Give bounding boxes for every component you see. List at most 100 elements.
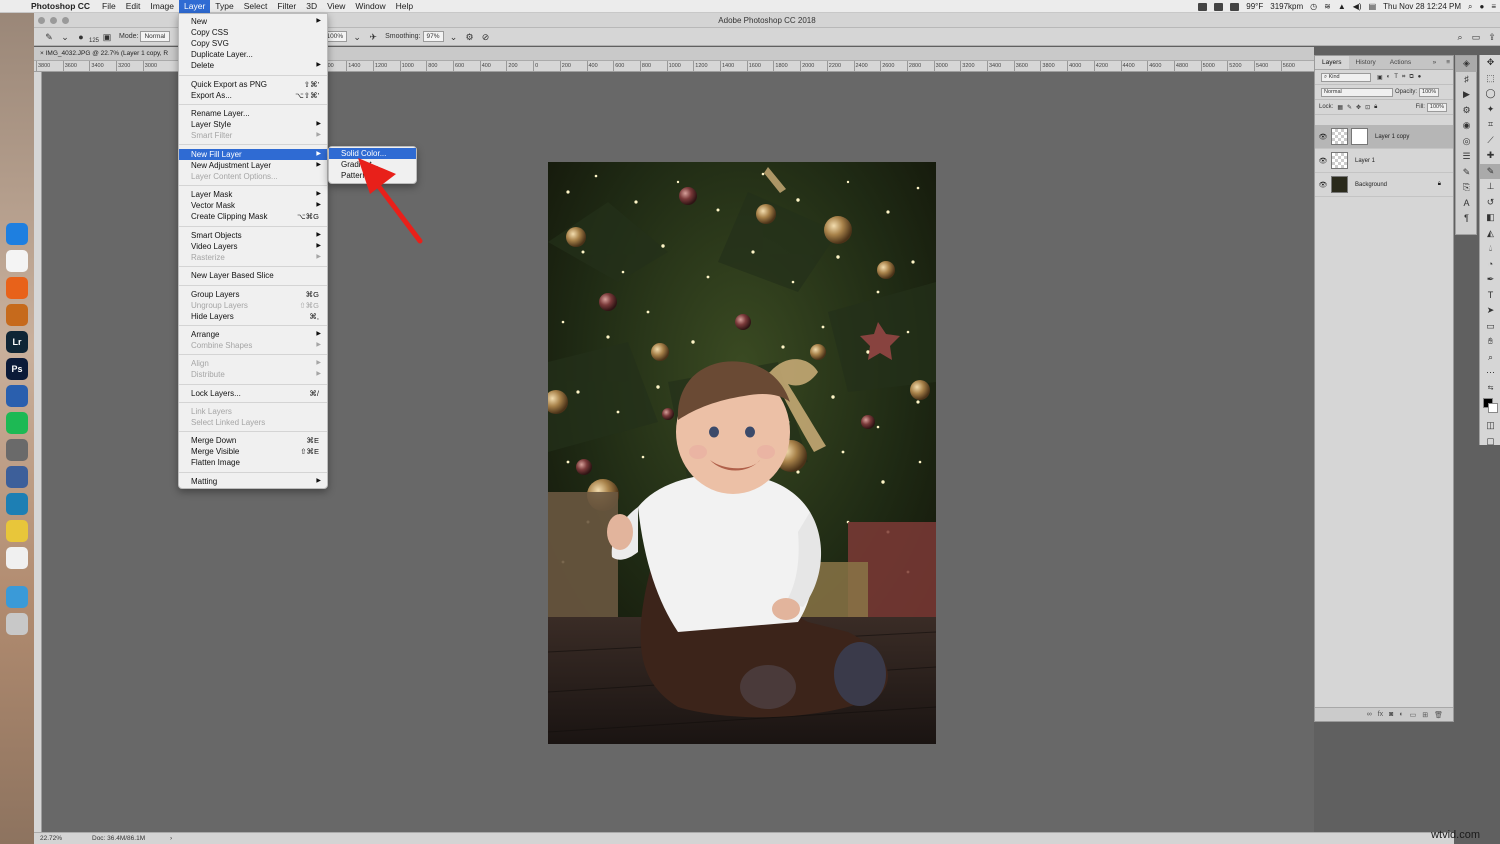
menu-item-rename-layer[interactable]: Rename Layer...	[179, 108, 327, 119]
filter-pixel-icon[interactable]: ▣	[1377, 74, 1383, 81]
pen-tool-icon[interactable]: ✒	[1480, 272, 1500, 288]
menu-item-duplicate-layer[interactable]: Duplicate Layer...	[179, 49, 327, 60]
menu-file[interactable]: File	[97, 0, 121, 13]
adjustment-icon[interactable]: ◐	[1399, 711, 1403, 718]
clone-source-icon[interactable]: ⎘	[1456, 180, 1477, 196]
filter-adjustment-icon[interactable]: ◐	[1387, 74, 1391, 80]
menu-3d[interactable]: 3D	[301, 0, 322, 13]
brush-tool-icon[interactable]: ✎	[44, 32, 54, 42]
link-icon[interactable]: ∞	[1367, 711, 1372, 718]
time-machine-icon[interactable]: ◷	[1310, 2, 1317, 11]
notification-center-icon[interactable]: ≡	[1491, 2, 1496, 11]
flag-icon[interactable]: ▤	[1369, 2, 1377, 11]
lock-artboard-icon[interactable]: ⊡	[1365, 104, 1370, 111]
lock-transparent-icon[interactable]: ▦	[1337, 104, 1343, 111]
smoothing-field[interactable]: 97%	[422, 31, 444, 42]
menu-item-lock-layers[interactable]: Lock Layers... ⌘/	[179, 388, 327, 399]
cloud-icon[interactable]	[1214, 2, 1224, 11]
character-panel-icon[interactable]: A	[1456, 196, 1477, 212]
dock-app-icon[interactable]	[6, 250, 28, 272]
eyedropper-icon[interactable]: ⟋	[1480, 133, 1500, 149]
sliders-icon[interactable]: ☰	[1456, 149, 1477, 165]
filter-toggle-icon[interactable]: ●	[1418, 74, 1422, 80]
lock-icon[interactable]: 🔒︎	[1438, 181, 1441, 188]
fx-icon[interactable]: fx	[1378, 711, 1383, 718]
minimize-button[interactable]	[50, 17, 57, 24]
eye-icon[interactable]: 👁︎	[1315, 157, 1331, 165]
dock-app-icon[interactable]	[6, 520, 28, 542]
dock-app-icon[interactable]	[6, 586, 28, 608]
submenu-item-solid-color[interactable]: Solid Color...	[329, 148, 416, 159]
app-status-icon[interactable]	[1230, 2, 1240, 11]
dock-app-icon[interactable]	[6, 613, 28, 635]
menu-item-copy-svg[interactable]: Copy SVG	[179, 38, 327, 49]
blur-tool-icon[interactable]: 💧︎	[1480, 241, 1500, 257]
menu-image[interactable]: Image	[145, 0, 179, 13]
submenu-item-pattern[interactable]: Pattern...	[329, 170, 416, 181]
marquee-tool-icon[interactable]: ⬚	[1480, 71, 1500, 87]
tab-layers[interactable]: Layers	[1315, 56, 1349, 69]
blend-mode-dropdown[interactable]: Normal	[1321, 87, 1393, 97]
dock-app-icon[interactable]	[6, 493, 28, 515]
add-mask-icon[interactable]: ◙	[1389, 711, 1393, 718]
user-icon[interactable]: ●	[1479, 2, 1484, 11]
gear-icon[interactable]: ⚙	[465, 32, 475, 42]
dock-app-icon[interactable]	[6, 466, 28, 488]
menu-item-create-clipping-mask[interactable]: Create Clipping Mask ⌥⌘G	[179, 211, 327, 222]
menu-filter[interactable]: Filter	[272, 0, 301, 13]
share-icon[interactable]: ⇪	[1487, 32, 1497, 42]
menu-item-new-adjustment-layer[interactable]: New Adjustment Layer ▶	[179, 160, 327, 171]
panel-menu-icon[interactable]: ≡	[1443, 56, 1453, 69]
menu-item-arrange[interactable]: Arrange ▶	[179, 329, 327, 340]
menu-edit[interactable]: Edit	[121, 0, 146, 13]
magic-wand-icon[interactable]: ✦	[1480, 102, 1500, 118]
play-icon[interactable]: ▶	[1456, 87, 1477, 103]
dodge-tool-icon[interactable]: ◔	[1480, 257, 1500, 273]
menu-item-layer-mask[interactable]: Layer Mask ▶	[179, 189, 327, 200]
chevron-right-icon[interactable]: ›	[170, 833, 172, 844]
layer-row[interactable]: 👁︎ Background 🔒︎	[1315, 173, 1453, 197]
chevron-down-icon[interactable]: ⌄	[60, 32, 70, 42]
path-select-icon[interactable]: ➤	[1480, 303, 1500, 319]
eye-icon[interactable]: 👁︎	[1315, 181, 1331, 189]
menu-item-delete[interactable]: Delete ▶	[179, 60, 327, 71]
airbrush-icon[interactable]: ✈	[368, 32, 378, 42]
mode-dropdown[interactable]: Normal	[140, 31, 171, 42]
layer-mask-thumbnail[interactable]	[1351, 128, 1368, 145]
wifi-icon[interactable]: ≋	[1324, 2, 1331, 11]
filter-kind-dropdown[interactable]: ⌕ Kind	[1321, 72, 1371, 82]
menu-type[interactable]: Type	[210, 0, 238, 13]
eraser-tool-icon[interactable]: ◧	[1480, 210, 1500, 226]
menu-item-quick-export-as-png[interactable]: Quick Export as PNG ⇧⌘'	[179, 79, 327, 90]
quick-mask-icon[interactable]: ◫	[1480, 418, 1500, 434]
hand-tool-icon[interactable]: ✋︎	[1480, 334, 1500, 350]
properties-icon[interactable]: ⚙	[1456, 103, 1477, 119]
workspace-icon[interactable]: ▭	[1471, 32, 1481, 42]
dock-app-icon[interactable]	[6, 439, 28, 461]
paragraph-panel-icon[interactable]: ¶	[1456, 211, 1477, 227]
panel-collapse-icon[interactable]: »	[1426, 56, 1444, 69]
spotlight-icon[interactable]: ⌕	[1468, 2, 1472, 12]
menu-layer[interactable]: Layer	[179, 0, 211, 13]
new-layer-icon[interactable]: ⊞	[1422, 711, 1428, 719]
submenu-item-gradient[interactable]: Gradient...	[329, 159, 416, 170]
menu-item-flatten-image[interactable]: Flatten Image	[179, 457, 327, 468]
lock-position-icon[interactable]: ✥	[1356, 104, 1361, 111]
menu-item-hide-layers[interactable]: Hide Layers ⌘,	[179, 311, 327, 322]
lock-pixels-icon[interactable]: ✎	[1347, 104, 1352, 111]
menu-item-smart-objects[interactable]: Smart Objects ▶	[179, 230, 327, 241]
tab-actions[interactable]: Actions	[1383, 56, 1418, 69]
adjustments-panel-icon[interactable]: ♯	[1456, 72, 1477, 88]
fill-field[interactable]: 100%	[1426, 102, 1447, 112]
search-icon[interactable]: ⌕	[1455, 32, 1465, 42]
menu-window[interactable]: Window	[350, 0, 390, 13]
menu-item-new[interactable]: New ▶	[179, 16, 327, 27]
tab-history[interactable]: History	[1349, 56, 1383, 69]
menu-item-new-fill-layer[interactable]: New Fill Layer ▶	[179, 149, 327, 160]
close-button[interactable]	[38, 17, 45, 24]
pressure-icon[interactable]: ⊘	[481, 32, 491, 42]
layers-panel-icon[interactable]: ◈	[1456, 56, 1477, 72]
chevron-down-icon[interactable]: ⌄	[352, 32, 362, 42]
menu-item-merge-down[interactable]: Merge Down ⌘E	[179, 435, 327, 446]
channels-icon[interactable]: ◎	[1456, 134, 1477, 150]
